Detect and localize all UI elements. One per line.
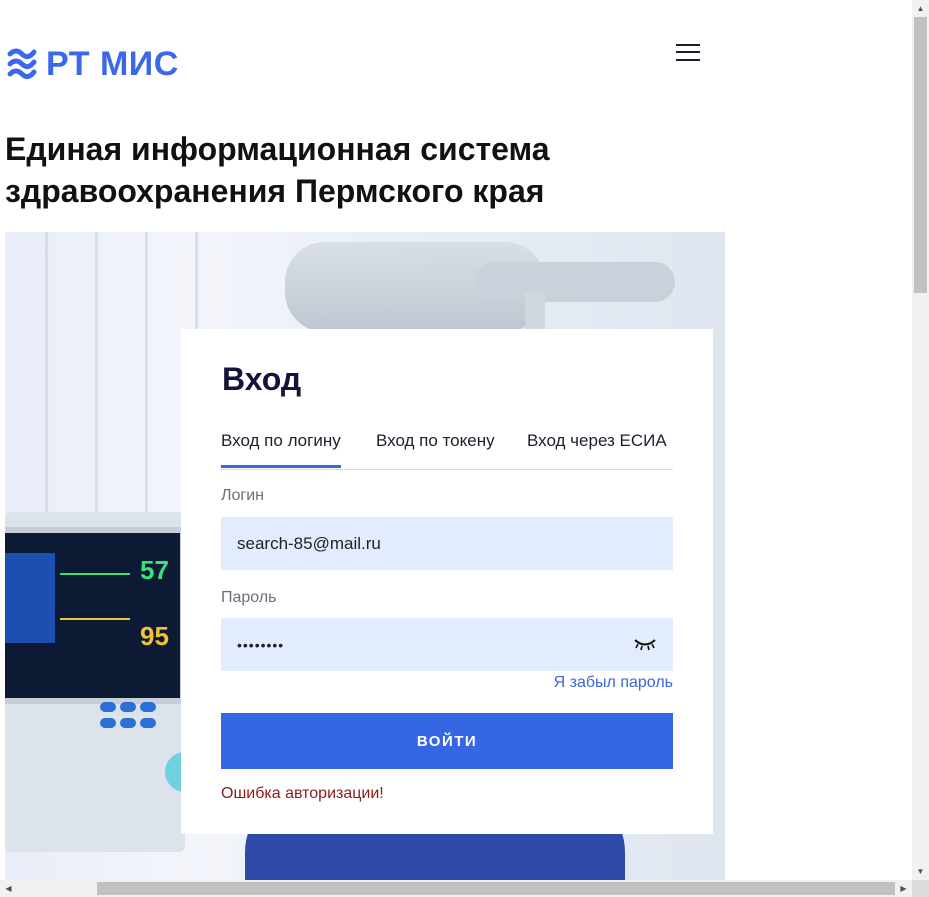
horizontal-scroll-thumb[interactable]	[97, 882, 895, 895]
login-title: Вход	[222, 361, 302, 397]
eye-closed-icon[interactable]	[633, 637, 657, 651]
password-input-value: ••••••••	[237, 636, 285, 653]
scrollbar-corner	[912, 880, 929, 897]
tab-token[interactable]: Вход по токену	[376, 431, 495, 451]
monitor-value-spo2: 95	[140, 621, 169, 651]
login-tabs: Вход по логину Вход по токену Вход через…	[221, 421, 673, 470]
vertical-scrollbar[interactable]: ▲ ▼	[912, 0, 929, 880]
login-submit-button[interactable]: ВОЙТИ	[221, 713, 673, 769]
scroll-down-icon[interactable]: ▼	[912, 863, 929, 880]
tab-login[interactable]: Вход по логину	[221, 431, 341, 468]
logo-text: РТ МИС	[46, 45, 179, 83]
login-input[interactable]: search-85@mail.ru	[221, 517, 673, 570]
scroll-right-icon[interactable]: ▶	[895, 880, 912, 897]
vertical-scroll-thumb[interactable]	[914, 17, 927, 293]
password-label: Пароль	[221, 589, 277, 606]
page-title-line-1: Единая информационная система	[5, 131, 550, 167]
password-input[interactable]: ••••••••	[221, 618, 673, 671]
page-title-line-2: здравоохранения Пермского края	[5, 173, 545, 209]
scroll-up-icon[interactable]: ▲	[912, 0, 929, 17]
hamburger-menu-icon[interactable]	[676, 42, 700, 62]
rtmis-logo-icon	[7, 48, 37, 80]
login-input-value: search-85@mail.ru	[237, 533, 381, 553]
page: РТ МИС Единая информационная система здр…	[0, 0, 912, 880]
login-card: Вход Вход по логину Вход по токену Вход …	[181, 329, 713, 834]
scroll-left-icon[interactable]: ◀	[0, 880, 17, 897]
tab-esia[interactable]: Вход через ЕСИА	[527, 431, 667, 451]
forgot-password-link[interactable]: Я забыл пароль	[221, 674, 673, 692]
login-label: Логин	[221, 487, 265, 504]
monitor-value-hr: 57	[140, 555, 169, 585]
patient-monitor: 57 95	[5, 527, 186, 704]
auth-error-message: Ошибка авторизации!	[221, 785, 384, 802]
page-title: Единая информационная система здравоохра…	[5, 128, 705, 212]
horizontal-scrollbar[interactable]: ◀ ▶	[0, 880, 912, 897]
logo[interactable]: РТ МИС	[6, 44, 179, 84]
